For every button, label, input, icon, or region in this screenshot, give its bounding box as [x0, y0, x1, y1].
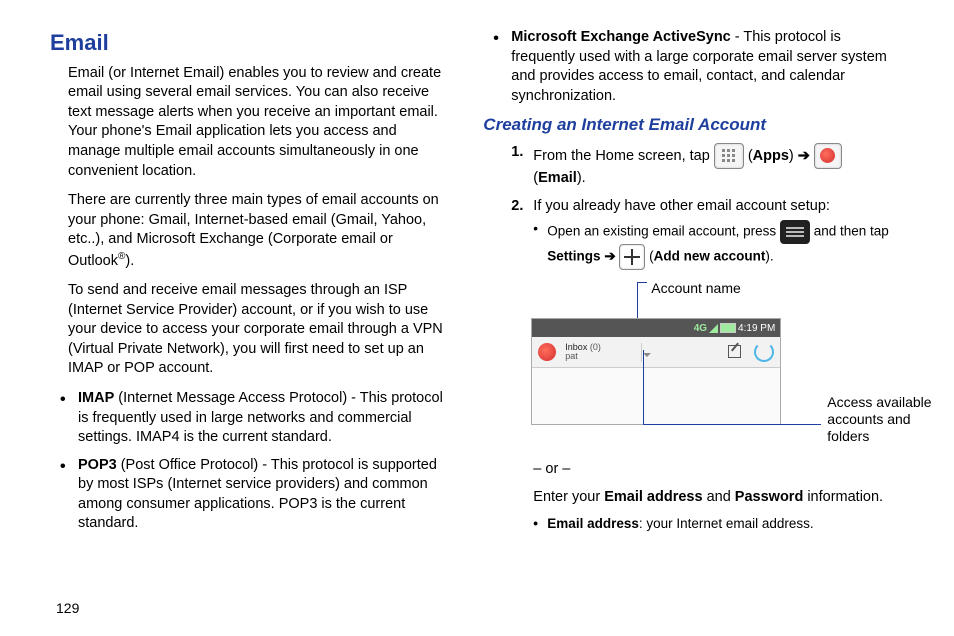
protocol-list: IMAP (Internet Message Access Protocol) …: [50, 389, 443, 534]
term-activesync: Microsoft Exchange ActiveSync: [511, 29, 730, 45]
network-indicator: 4G: [694, 322, 707, 336]
steps-list: 1. From the Home screen, tap (Apps) ➔ (E…: [511, 143, 904, 270]
section-title: Email: [50, 28, 443, 58]
para-intro: Email (or Internet Email) enables you to…: [68, 64, 443, 181]
text: and then tap: [814, 224, 889, 239]
apps-icon: [714, 143, 744, 169]
folder-selector[interactable]: Inbox (0) pat: [562, 343, 642, 362]
text: If you already have other email account …: [533, 198, 830, 214]
add-new-label: Add new account: [654, 249, 766, 264]
sub-step: Open an existing email account, press an…: [533, 220, 904, 270]
enter-instruction: Enter your Email address and Password in…: [533, 488, 904, 508]
list-item: POP3 (Post Office Protocol) - This proto…: [50, 456, 443, 534]
clock-time: 4:19 PM: [738, 322, 775, 336]
settings-label: Settings: [547, 249, 600, 264]
arrow-icon: ➔: [601, 249, 620, 264]
list-item: IMAP (Internet Message Access Protocol) …: [50, 389, 443, 448]
step-1: 1. From the Home screen, tap (Apps) ➔ (E…: [511, 143, 904, 189]
callout-access-folders: Access available accounts and folders: [827, 394, 937, 444]
email-app-icon: [538, 343, 556, 361]
status-bar: 4G 4:19 PM: [532, 319, 780, 337]
arrow-icon: ➔: [794, 148, 814, 164]
email-icon: [814, 143, 842, 169]
list-item: Email address: your Internet email addre…: [533, 515, 904, 533]
compose-icon[interactable]: [726, 343, 744, 361]
step-2: 2. If you already have other email accou…: [511, 197, 904, 271]
battery-icon: [720, 323, 736, 333]
or-divider: – or –: [533, 460, 904, 480]
term-imap: IMAP: [78, 390, 114, 406]
para-isp: To send and receive email messages throu…: [68, 281, 443, 379]
list-item: Microsoft Exchange ActiveSync - This pro…: [483, 28, 904, 106]
callout-line: [643, 350, 644, 424]
callout-line: [643, 424, 821, 425]
right-column: Microsoft Exchange ActiveSync - This pro…: [483, 28, 904, 542]
callout-account-name: Account name: [651, 280, 741, 297]
subsection-title: Creating an Internet Email Account: [483, 114, 904, 137]
app-toolbar: Inbox (0) pat: [532, 337, 780, 368]
left-column: Email Email (or Internet Email) enables …: [50, 28, 443, 542]
text: Open an existing email account, press: [547, 224, 780, 239]
step-number: 2.: [511, 197, 523, 217]
refresh-icon[interactable]: [754, 342, 774, 362]
email-label: Email: [538, 170, 577, 186]
text: From the Home screen, tap: [533, 148, 714, 164]
text: (Post Office Protocol) - This protocol i…: [78, 457, 437, 532]
count: (0): [590, 342, 601, 352]
protocol-list-cont: Microsoft Exchange ActiveSync - This pro…: [483, 28, 904, 106]
field-name: Email address: [547, 516, 639, 531]
email-list-area: [532, 368, 780, 424]
screenshot-diagram: Account name 4G 4:19 PM Inbox (0) pat: [531, 284, 904, 454]
field-list: Email address: your Internet email addre…: [533, 515, 904, 533]
menu-icon: [780, 220, 810, 244]
page-number: 129: [56, 600, 79, 616]
signal-icon: [709, 324, 718, 333]
account-name: pat: [565, 351, 578, 361]
text: : your Internet email address.: [639, 516, 814, 531]
callout-line: [637, 282, 647, 283]
term-pop3: POP3: [78, 457, 117, 473]
para-types: There are currently three main types of …: [68, 191, 443, 271]
text: (Internet Message Access Protocol) - Thi…: [78, 390, 443, 445]
phone-mock: 4G 4:19 PM Inbox (0) pat: [531, 318, 781, 425]
sub-steps: Open an existing email account, press an…: [533, 220, 904, 270]
plus-icon: [619, 244, 645, 270]
step-number: 1.: [511, 143, 523, 163]
apps-label: Apps: [753, 148, 789, 164]
text: ).: [125, 253, 134, 269]
